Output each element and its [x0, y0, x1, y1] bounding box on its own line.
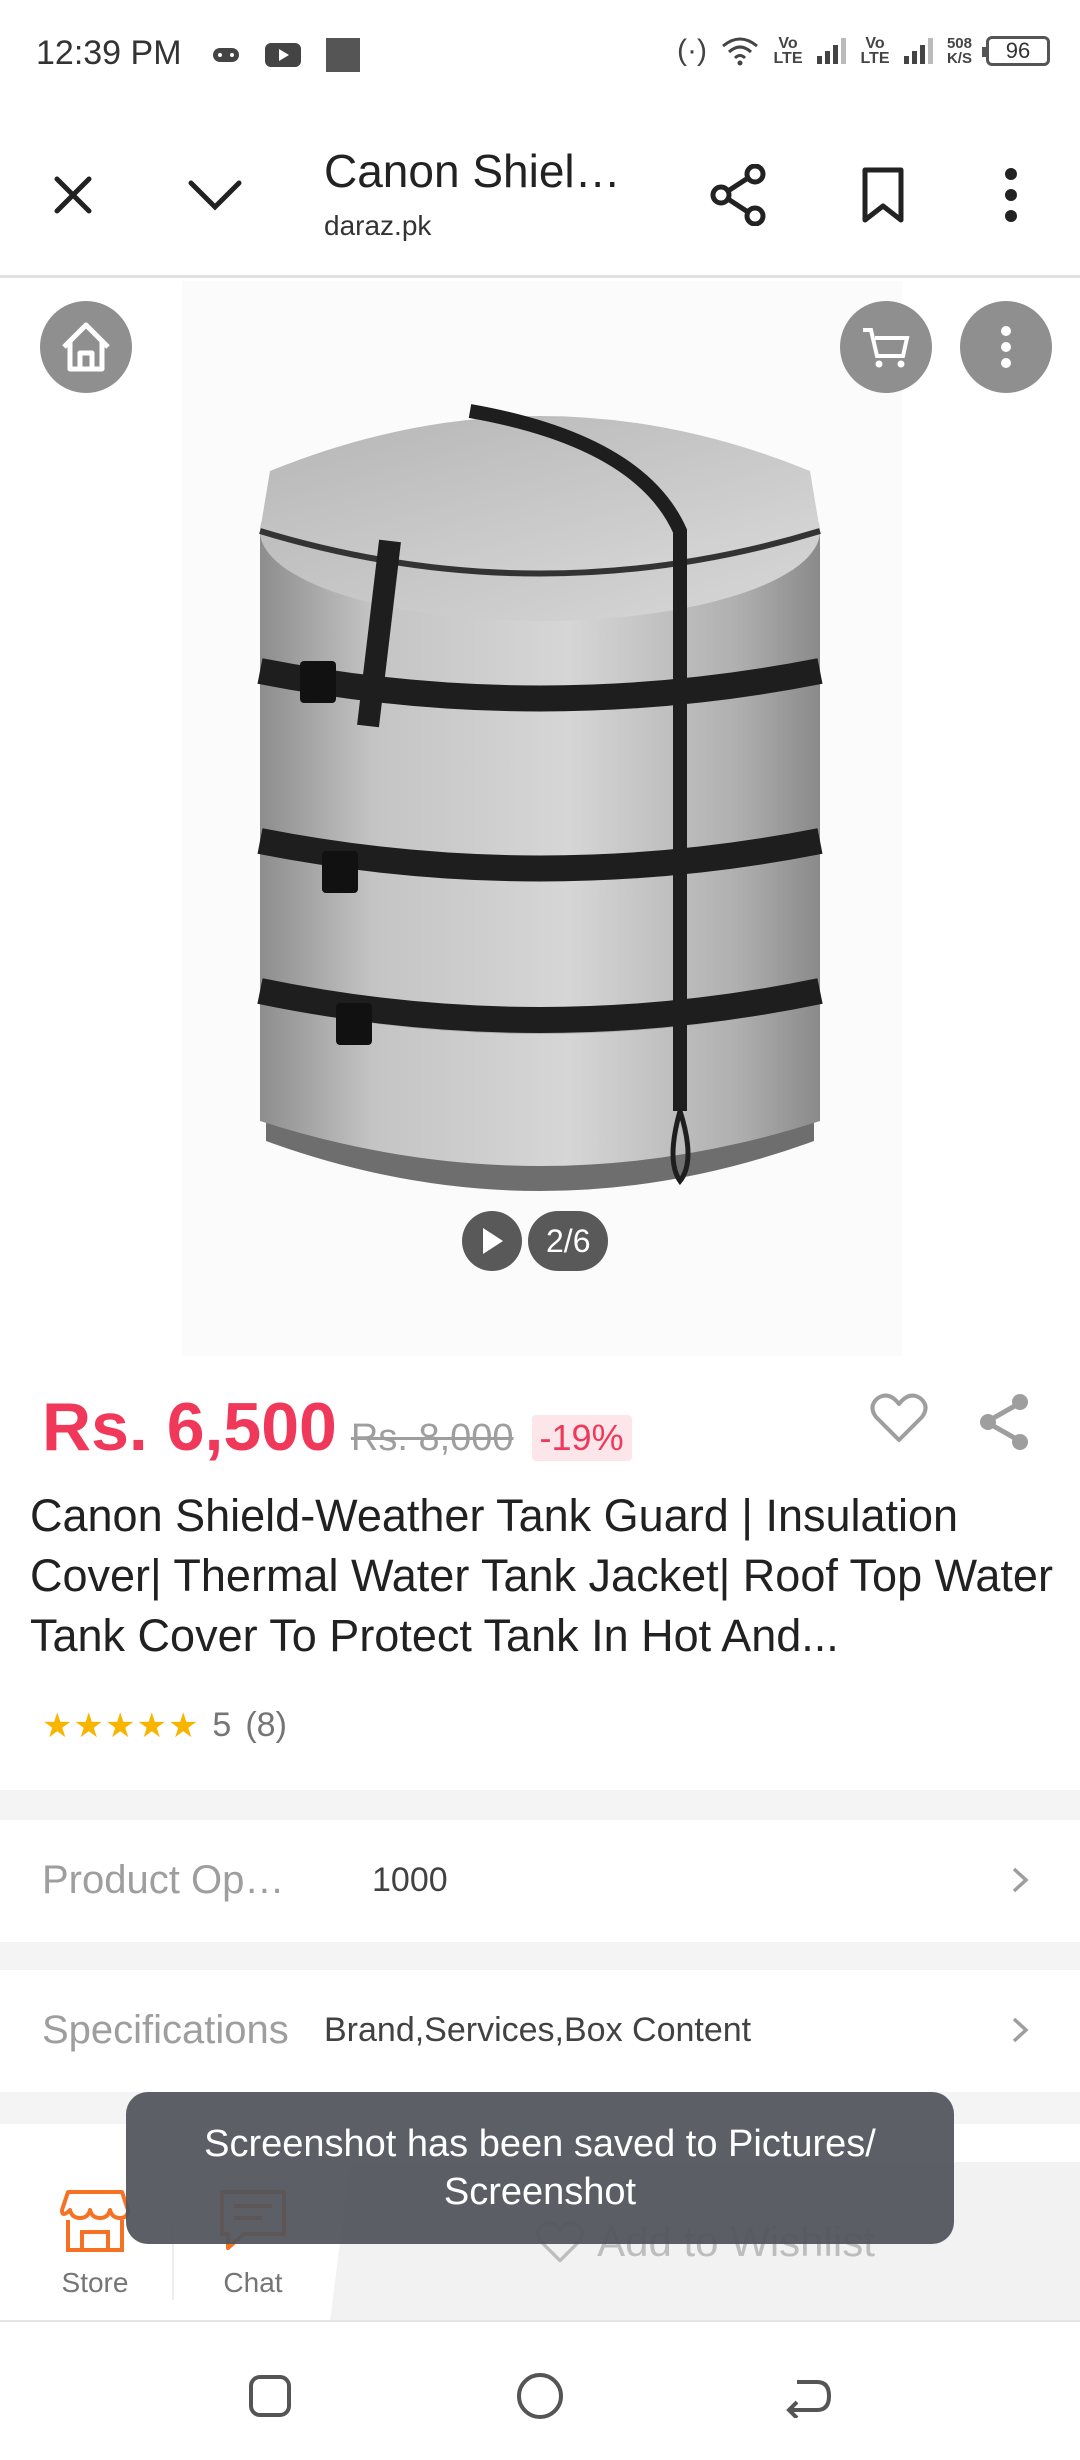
chat-label: Chat: [223, 2267, 283, 2298]
original-price: Rs. 8,000: [350, 1417, 514, 1459]
browser-menu-button[interactable]: [976, 160, 1046, 230]
section-divider: [0, 1790, 1080, 1820]
star-icon: ★: [167, 1706, 199, 1745]
back-button[interactable]: [778, 2366, 838, 2426]
page-menu-button[interactable]: [960, 301, 1052, 393]
product-options-row[interactable]: Product Options 1000: [0, 1820, 1080, 1940]
product-options-label: Product Options: [42, 1857, 294, 1902]
speed-unit: K/S: [946, 50, 972, 67]
specifications-label: Specifications: [42, 2007, 289, 2052]
play-video-button[interactable]: [462, 1211, 522, 1271]
page-url: daraz.pk: [324, 210, 432, 241]
hotspot-icon: (·): [676, 34, 707, 67]
price-actions: [870, 1392, 1032, 1452]
share-button[interactable]: [703, 160, 773, 230]
network-speed: 508 K/S: [947, 36, 972, 66]
page-title: Canon Shield-Weather Tank Guard | Insula…: [324, 145, 624, 197]
status-notification-icons: [212, 38, 360, 72]
share-icon[interactable]: [976, 1392, 1032, 1452]
speed-value: 508: [946, 35, 972, 52]
signal-2-icon: [903, 38, 933, 64]
specifications-row[interactable]: Specifications Brand,Services,Box Conten…: [0, 1970, 1080, 2090]
signal-1-icon: [816, 38, 846, 64]
chevron-right-icon: [1000, 1860, 1040, 1900]
discount-badge: -19%: [531, 1415, 632, 1461]
more-vertical-icon: [1005, 168, 1017, 222]
status-time: 12:39 PM: [36, 34, 182, 72]
bookmark-button[interactable]: [848, 160, 918, 230]
status-bar: 12:39 PM (·) Vo LTE Vo LTE 508 K/S 96: [0, 0, 1080, 110]
chevron-down-icon: [188, 180, 242, 211]
specifications-value: Brand,Services,Box Content: [324, 2010, 752, 2049]
screenshot-toast: Screenshot has been saved to Pictures/ S…: [126, 2092, 954, 2244]
store-icon: [60, 2190, 130, 2252]
status-system-icons: (·) Vo LTE Vo LTE 508 K/S 96: [677, 34, 1050, 68]
chevron-right-icon: [1000, 2010, 1040, 2050]
wifi-icon: [722, 37, 758, 66]
close-icon: [54, 176, 92, 214]
more-vertical-icon: [1001, 326, 1011, 368]
volte-2-label: Vo LTE: [860, 35, 890, 67]
star-icon: ★: [73, 1706, 104, 1745]
home-icon: [62, 322, 110, 372]
volte-1-label: Vo LTE: [773, 35, 803, 67]
youtube-icon: [265, 43, 301, 67]
rating-count: (8): [245, 1706, 287, 1744]
back-icon: [786, 2380, 832, 2418]
share-icon: [710, 164, 766, 226]
close-button[interactable]: [38, 160, 108, 230]
product-image-gallery[interactable]: 2/6: [0, 281, 1080, 1356]
home-button[interactable]: [40, 301, 132, 393]
recents-icon: [249, 2375, 291, 2417]
gamepad-icon: [213, 48, 239, 62]
battery-level: 96: [1005, 38, 1031, 63]
product-options-value: 1000: [372, 1860, 448, 1899]
rating-value: 5: [212, 1706, 232, 1744]
price-row: Rs. 6,500 Rs. 8,000 -19%: [42, 1388, 632, 1466]
cart-button[interactable]: [840, 301, 932, 393]
product-image[interactable]: [240, 381, 840, 1261]
star-rating: ★ ★ ★ ★ ★: [42, 1709, 198, 1743]
browser-toolbar: Canon Shield-Weather Tank Guard | Insula…: [0, 110, 1080, 278]
cart-icon: [863, 328, 910, 368]
media-indicator: 2/6: [462, 1211, 609, 1271]
system-navigation-bar: [0, 2320, 1080, 2460]
star-icon: ★: [42, 1706, 73, 1745]
store-label: Store: [61, 2267, 129, 2298]
product-title: Canon Shield-Weather Tank Guard | Insula…: [30, 1490, 1053, 1661]
play-icon: [483, 1228, 503, 1254]
image-counter: 2/6: [528, 1211, 609, 1271]
bookmark-icon: [862, 167, 904, 223]
heart-icon[interactable]: [870, 1392, 928, 1444]
star-icon: ★: [136, 1706, 167, 1745]
battery-icon: 96: [982, 36, 1050, 66]
star-icon: ★: [104, 1706, 136, 1745]
home-nav-button[interactable]: [510, 2366, 570, 2426]
minimize-button[interactable]: [180, 160, 250, 230]
gallery-square-icon: [326, 38, 360, 72]
rating-row[interactable]: ★ ★ ★ ★ ★ 5 (8): [42, 1706, 287, 1745]
recents-button[interactable]: [240, 2366, 300, 2426]
section-divider: [0, 1942, 1080, 1970]
home-circle-icon: [517, 2373, 563, 2419]
current-price: Rs. 6,500: [42, 1389, 337, 1465]
